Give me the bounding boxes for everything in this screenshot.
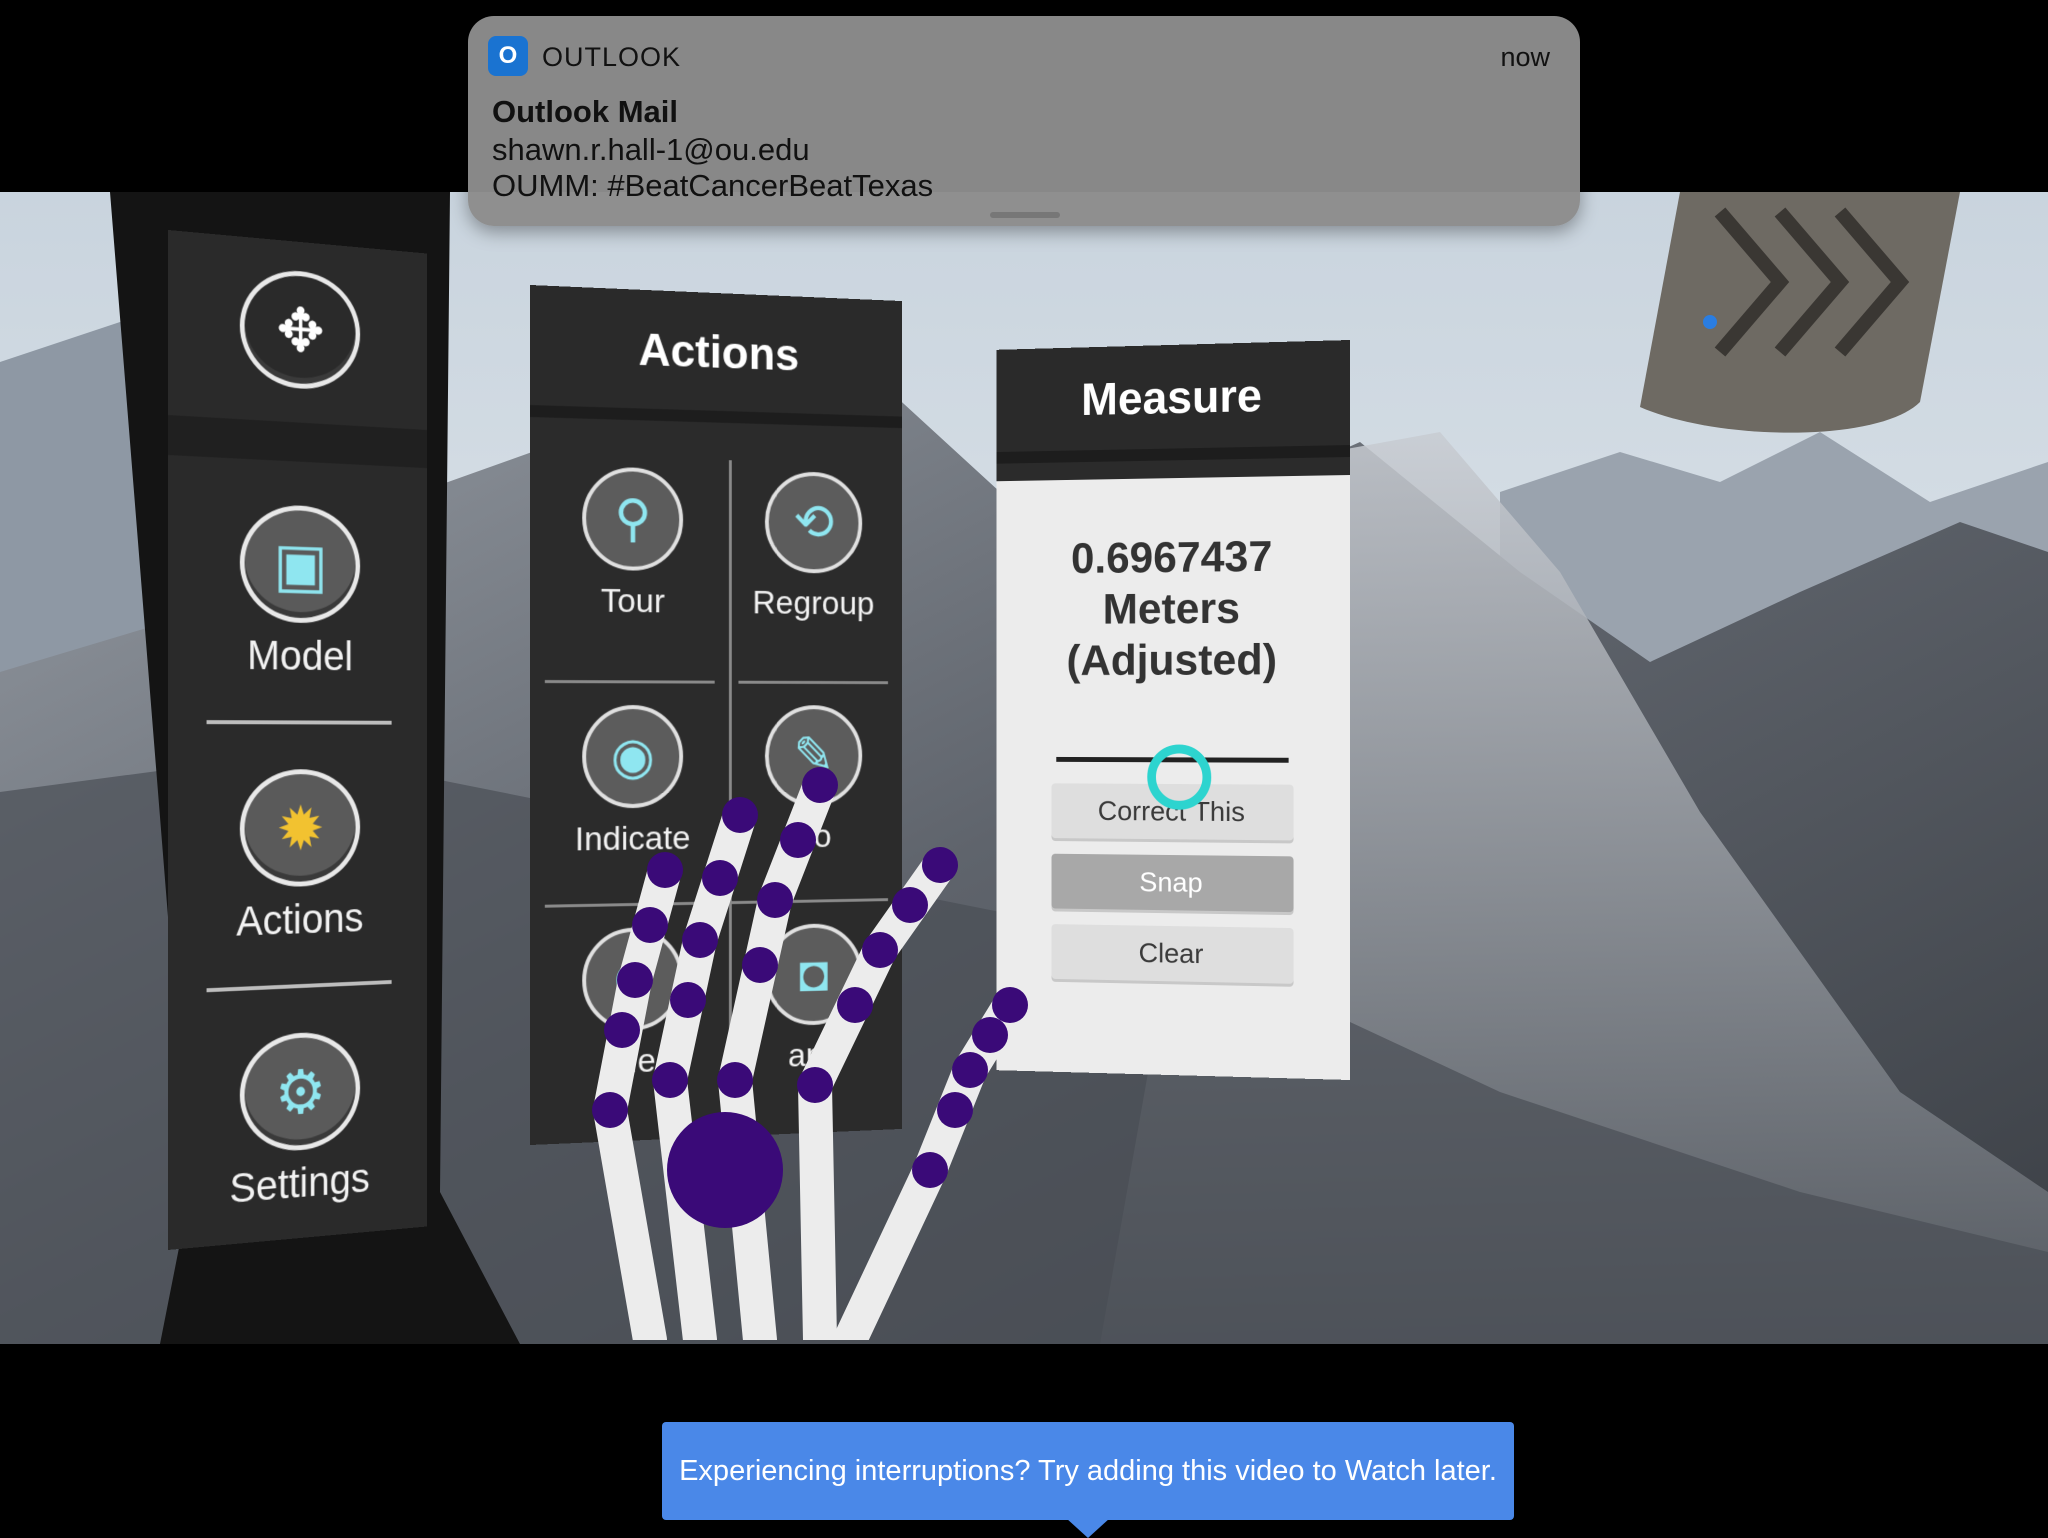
- notification-banner[interactable]: O OUTLOOK now Outlook Mail shawn.r.hall-…: [468, 16, 1580, 226]
- regroup-icon: ⟲: [765, 471, 862, 574]
- location-pin-icon: ⚲: [582, 466, 683, 571]
- measure-value: 0.6967437: [997, 530, 1350, 585]
- notification-subject: OUMM: #BeatCancerBeatTexas: [492, 168, 933, 204]
- action-regroup-button[interactable]: ⟲ Regroup: [729, 470, 897, 624]
- notification-time: now: [1500, 42, 1550, 73]
- measure-unit: Meters: [997, 582, 1350, 636]
- notification-title: Outlook Mail: [492, 94, 678, 130]
- measure-readout: 0.6967437 Meters (Adjusted): [997, 475, 1350, 687]
- vr-hand: [560, 740, 1080, 1340]
- menu-item-label: Actions: [168, 893, 427, 948]
- clear-button[interactable]: Clear: [1051, 924, 1293, 984]
- notification-grabber[interactable]: [990, 212, 1060, 218]
- action-label: Tour: [545, 581, 720, 622]
- toast-pointer: [1066, 1518, 1110, 1538]
- toast-message: Experiencing interruptions? Try adding t…: [679, 1455, 1497, 1488]
- menu-item-label: Model: [168, 630, 427, 681]
- menu-item-settings[interactable]: ⚙ Settings: [168, 1026, 427, 1218]
- action-label: Regroup: [729, 584, 897, 624]
- menu-divider: [207, 720, 392, 724]
- notification-sender: shawn.r.hall-1@ou.edu: [492, 132, 810, 168]
- menu-item-actions[interactable]: ✹ Actions: [168, 769, 427, 948]
- actions-panel-title: Actions: [530, 285, 902, 428]
- pointer-cursor-ring: [1147, 744, 1211, 809]
- move-handle[interactable]: ✥: [168, 260, 427, 397]
- menu-item-model[interactable]: ▣ Model: [168, 500, 427, 681]
- main-menu-panel: ✥ ▣ Model ✹ Actions ⚙ Settings: [168, 230, 427, 1250]
- snap-button[interactable]: Snap: [1051, 854, 1293, 912]
- action-tour-button[interactable]: ⚲ Tour: [545, 465, 720, 621]
- measure-panel-title: Measure: [997, 340, 1350, 464]
- menu-header-divider: [168, 415, 427, 468]
- gear-sun-icon: ✹: [240, 769, 360, 888]
- notification-app-name: OUTLOOK: [542, 42, 681, 73]
- cube-icon: ▣: [240, 503, 360, 624]
- settings-gear-icon: ⚙: [240, 1030, 360, 1155]
- outlook-icon: O: [488, 36, 528, 76]
- watch-later-toast[interactable]: Experiencing interruptions? Try adding t…: [662, 1422, 1514, 1520]
- menu-divider: [207, 980, 392, 992]
- menu-item-label: Settings: [168, 1150, 427, 1218]
- move-arrows-icon: ✥: [240, 266, 360, 392]
- measure-note: (Adjusted): [997, 634, 1350, 687]
- actions-grid-divider: [545, 680, 715, 684]
- actions-grid-divider: [738, 681, 888, 684]
